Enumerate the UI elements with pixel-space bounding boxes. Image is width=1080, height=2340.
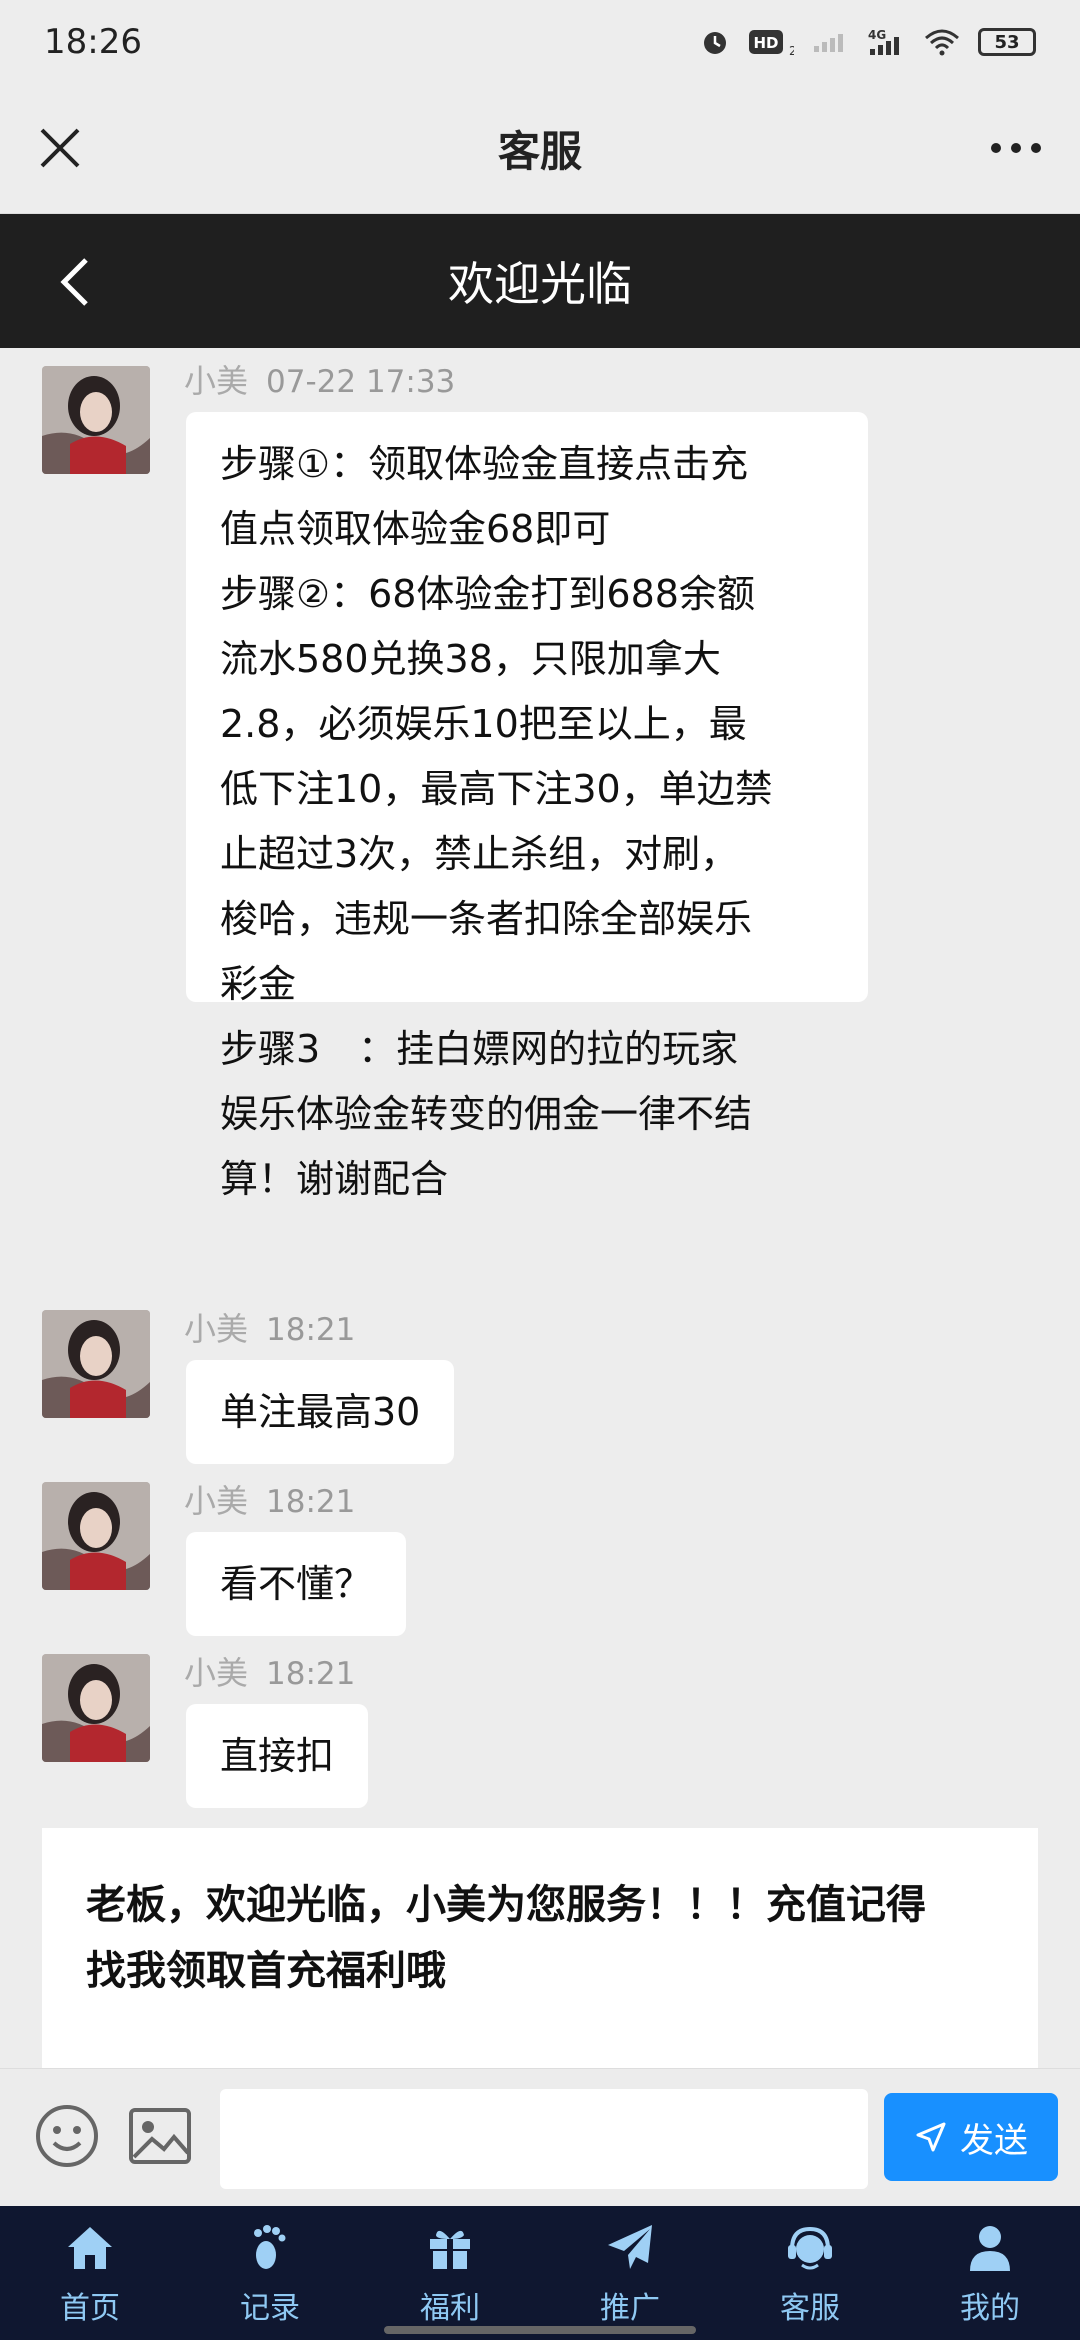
chat-header: 欢迎光临: [0, 214, 1080, 348]
send-label: 发送: [960, 2120, 1028, 2161]
welcome-announcement: 老板，欢迎光临，小美为您服务！！！充值记得 找我领取首充福利哦: [42, 1828, 1038, 2068]
message-input[interactable]: [220, 2089, 868, 2189]
status-time: 18:26: [44, 22, 142, 62]
more-icon[interactable]: [984, 120, 1048, 176]
close-icon[interactable]: [32, 120, 88, 176]
tab-profile[interactable]: 我的: [900, 2206, 1080, 2340]
message-meta: 小美 18:21: [184, 1476, 355, 1522]
hd-icon: HD 2: [748, 27, 794, 57]
message-bubble: 看不懂？: [186, 1532, 407, 1636]
announcement-line: 老板，欢迎光临，小美为您服务！！！充值记得: [86, 1882, 926, 1928]
avatar[interactable]: [42, 1482, 150, 1590]
avatar[interactable]: [42, 1310, 150, 1418]
gift-icon: [430, 2230, 470, 2269]
signal-weak-icon: [812, 30, 848, 54]
alarm-icon: [700, 27, 730, 57]
svg-text:HD: HD: [753, 34, 778, 52]
status-icons: HD 2 4G 53: [700, 27, 1036, 57]
message-input-bar: 发送: [0, 2068, 1080, 2206]
bottom-tab-bar: 首页 记录 福利 推广 客服 我的: [0, 2206, 1080, 2340]
image-icon[interactable]: [128, 2107, 192, 2165]
chat-title: 欢迎光临: [448, 257, 632, 311]
message-bubble: 步骤①：领取体验金直接点击充 值点领取体验金68即可 步骤②：68体验金打到68…: [186, 412, 868, 1201]
webview-title-bar: 客服: [0, 84, 1080, 214]
message-meta: 小美 07-22 17:33: [184, 356, 455, 402]
message-meta: 小美 18:21: [184, 1648, 355, 1694]
user-icon: [970, 2226, 1010, 2271]
sender-name: 小美: [184, 1654, 249, 1692]
battery-icon: 53: [978, 28, 1036, 56]
tab-customer-service[interactable]: 客服: [720, 2206, 900, 2340]
message-time: 18:21: [266, 1484, 356, 1520]
announcement-line: 找我领取首充福利哦: [86, 1948, 446, 1994]
message-meta: 小美 18:21: [184, 1304, 355, 1350]
status-bar: 18:26 HD 2 4G 53: [0, 0, 1080, 84]
home-indicator: [384, 2326, 696, 2334]
message-bubble: 直接扣: [186, 1704, 369, 1808]
sender-name: 小美: [184, 1310, 249, 1348]
message-time: 18:21: [266, 1312, 356, 1348]
tab-records[interactable]: 记录: [180, 2206, 360, 2340]
emoji-icon[interactable]: [34, 2103, 100, 2169]
home-icon: [68, 2227, 112, 2269]
svg-text:4G: 4G: [868, 28, 886, 42]
webview-title: 客服: [497, 127, 582, 176]
send-icon: [916, 2122, 946, 2152]
avatar[interactable]: [42, 366, 150, 474]
signal-4g-icon: 4G: [866, 27, 906, 57]
sender-name: 小美: [184, 362, 249, 400]
message-time: 07-22 17:33: [266, 364, 456, 400]
chat-message-list[interactable]: 小美 07-22 17:33 步骤①：领取体验金直接点击充 值点领取体验金68即可…: [0, 348, 1080, 2068]
back-arrow-icon[interactable]: [50, 252, 106, 312]
avatar[interactable]: [42, 1654, 150, 1762]
headset-icon: [788, 2226, 832, 2270]
svg-text:2: 2: [789, 44, 794, 57]
tab-promotion[interactable]: 推广: [540, 2206, 720, 2340]
send-button[interactable]: 发送: [884, 2093, 1058, 2181]
sender-name: 小美: [184, 1482, 249, 1520]
footprint-icon: [254, 2225, 286, 2269]
tab-home[interactable]: 首页: [0, 2206, 180, 2340]
paper-plane-icon: [608, 2225, 652, 2269]
message-bubble: 单注最高30: [186, 1360, 455, 1464]
tab-benefits[interactable]: 福利: [360, 2206, 540, 2340]
message-time: 18:21: [266, 1656, 356, 1692]
wifi-icon: [924, 28, 960, 56]
